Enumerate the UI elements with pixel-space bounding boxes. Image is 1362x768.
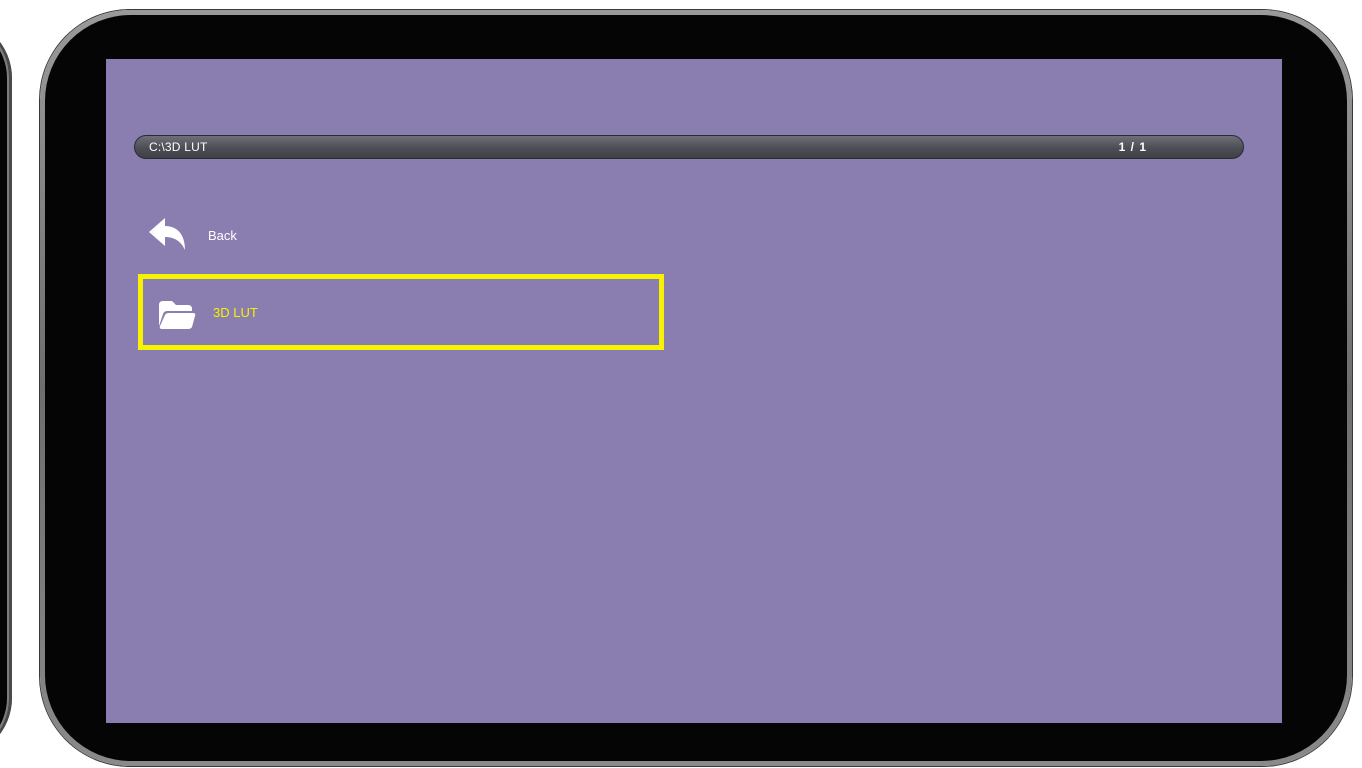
stage: C:\3D LUT 1 / 1 Back 3D LUT [0,0,1362,768]
adjacent-device-edge [0,18,12,758]
folder-label: 3D LUT [213,305,258,320]
folder-icon [157,297,197,333]
page-indicator: 1 / 1 [1118,140,1147,154]
back-label: Back [208,228,237,243]
current-path: C:\3D LUT [149,140,208,154]
file-browser-screen: C:\3D LUT 1 / 1 Back 3D LUT [106,59,1282,723]
adjacent-device-bezel [0,22,7,754]
path-bar: C:\3D LUT 1 / 1 [134,135,1244,159]
back-arrow-icon [147,216,187,252]
back-item[interactable]: Back [138,198,664,274]
folder-item-3d-lut[interactable]: 3D LUT [138,274,664,350]
